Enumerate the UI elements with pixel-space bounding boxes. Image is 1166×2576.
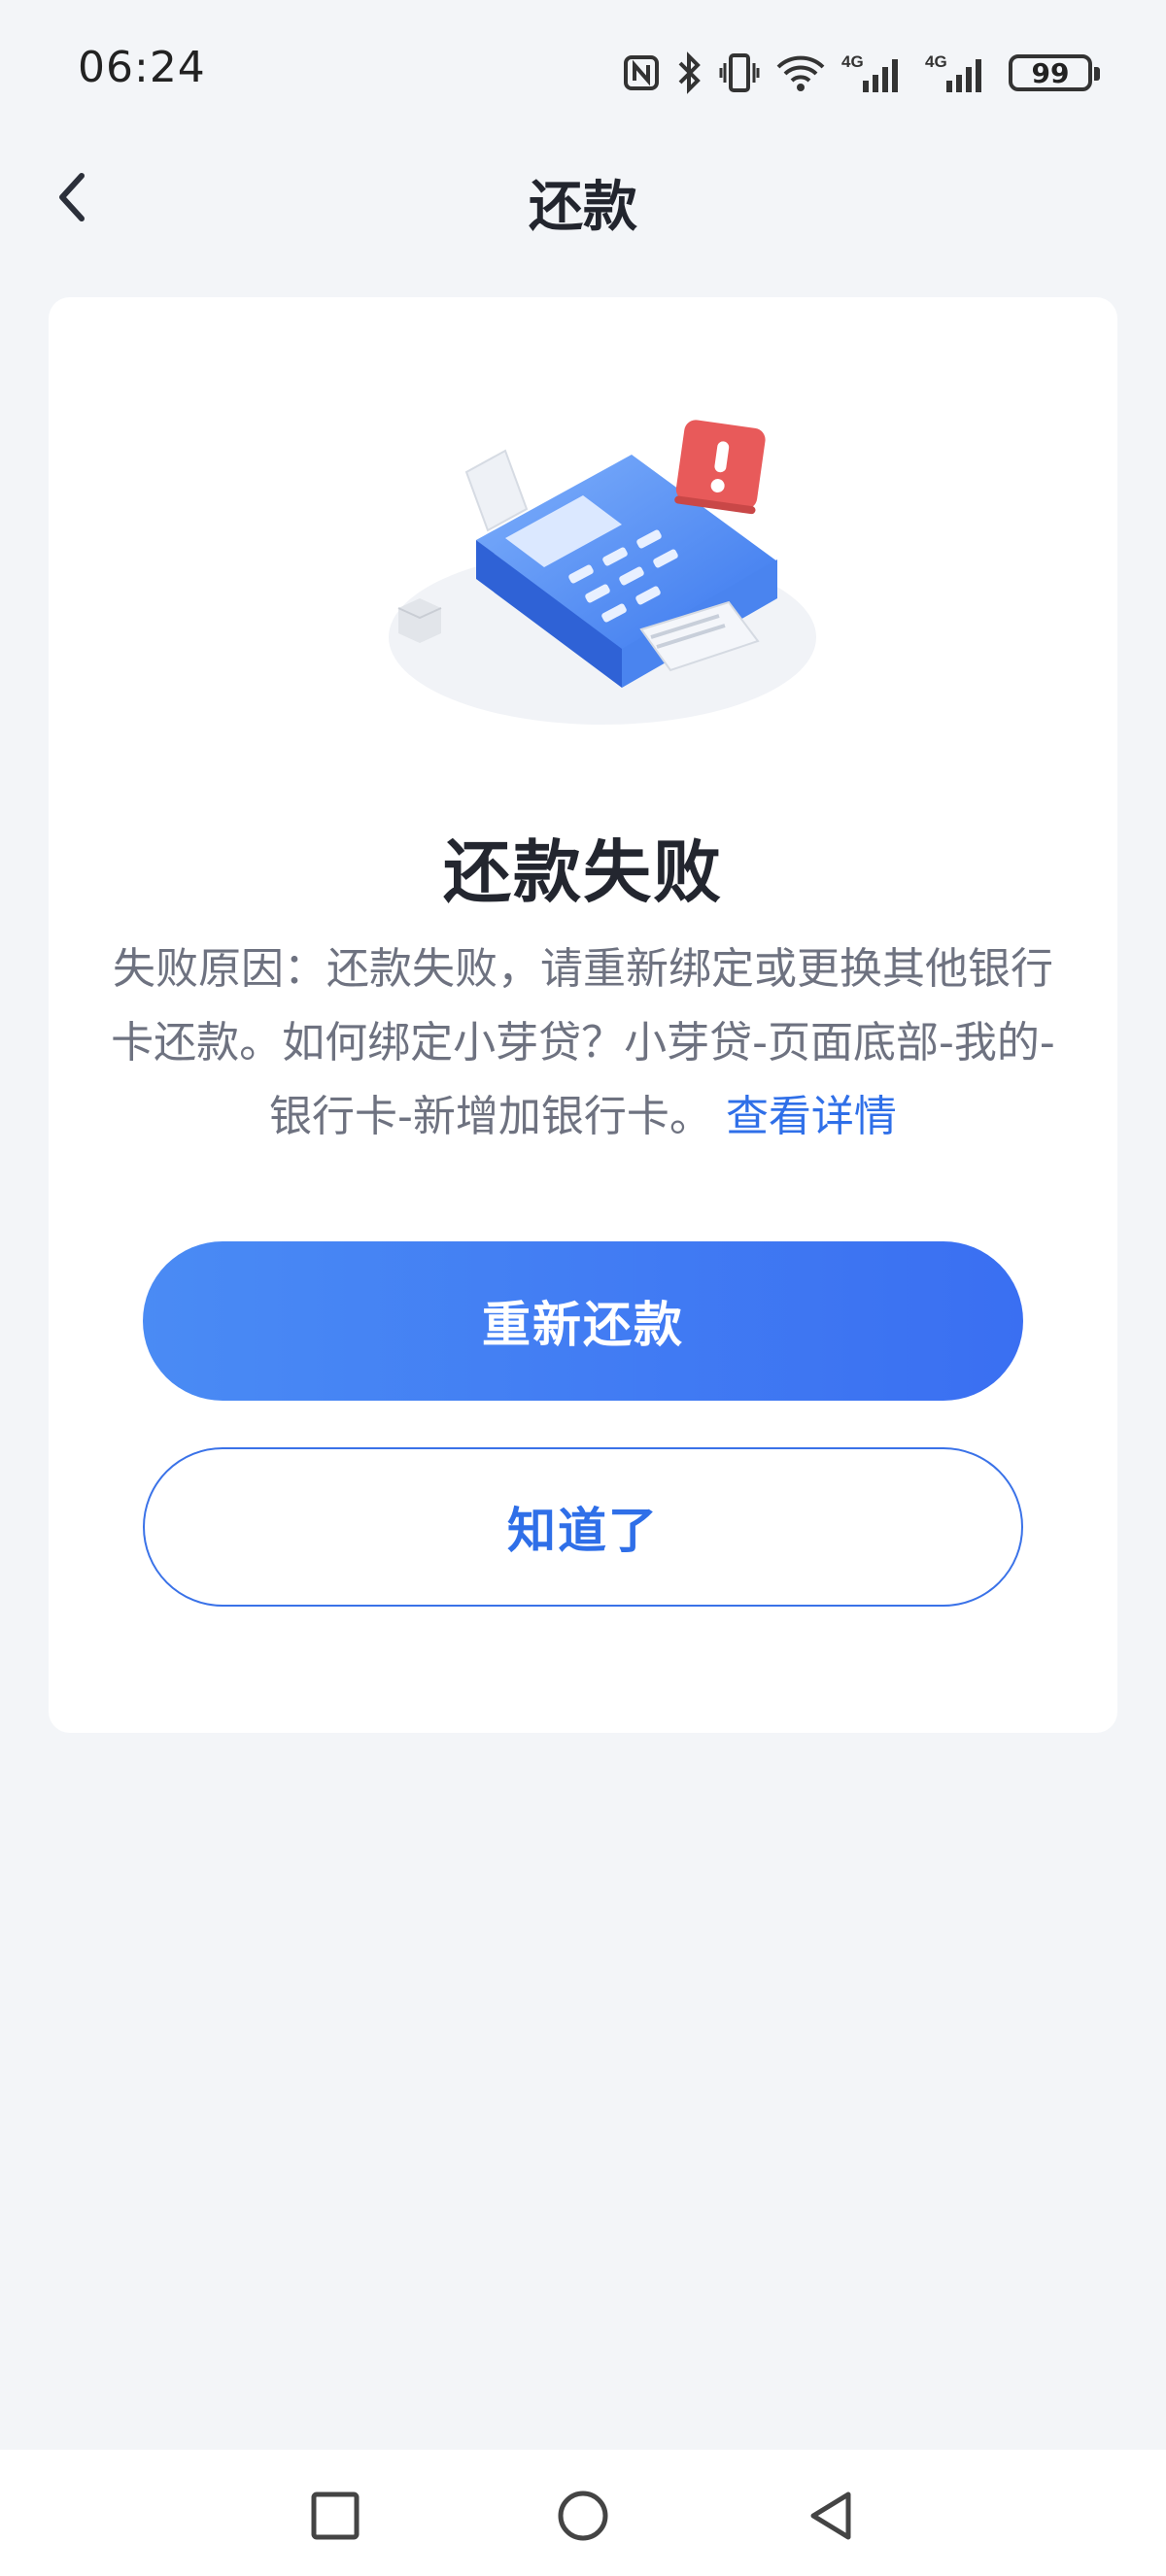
view-details-link[interactable]: 查看详情 xyxy=(726,1092,897,1141)
recent-apps-button[interactable] xyxy=(296,2477,374,2555)
svg-text:4G: 4G xyxy=(841,52,864,71)
page-title: 还款 xyxy=(529,176,637,239)
failure-reason-text: 失败原因：还款失败，请重新绑定或更换其他银行卡还款。如何绑定小芽贷？小芽贷-页面… xyxy=(111,944,1055,1141)
status-bar: 06:24 4G 4G 99 xyxy=(0,0,1166,146)
result-title: 还款失败 xyxy=(443,832,723,912)
signal-4g-icon: 4G xyxy=(841,51,909,94)
square-icon xyxy=(311,2491,360,2540)
nfc-icon xyxy=(622,53,661,92)
battery-level: 99 xyxy=(1031,56,1070,89)
status-icons: 4G 4G 99 xyxy=(622,47,1100,99)
system-nav-bar xyxy=(0,2450,1166,2576)
battery-icon: 99 xyxy=(1009,54,1100,91)
status-time: 06:24 xyxy=(78,43,206,92)
nav-header: 还款 xyxy=(0,146,1166,253)
failure-reason: 失败原因：还款失败，请重新绑定或更换其他银行卡还款。如何绑定小芽贷？小芽贷-页面… xyxy=(107,932,1059,1154)
got-it-button[interactable]: 知道了 xyxy=(143,1447,1023,1607)
circle-icon xyxy=(558,2491,608,2541)
home-button[interactable] xyxy=(544,2477,622,2555)
triangle-back-icon xyxy=(810,2491,851,2540)
wifi-icon xyxy=(775,53,826,92)
result-card: 还款失败 失败原因：还款失败，请重新绑定或更换其他银行卡还款。如何绑定小芽贷？小… xyxy=(49,297,1117,1733)
svg-text:4G: 4G xyxy=(925,52,947,71)
retry-repayment-button[interactable]: 重新还款 xyxy=(143,1241,1023,1401)
signal-4g-icon: 4G xyxy=(925,51,993,94)
bluetooth-icon xyxy=(676,51,703,94)
system-back-button[interactable] xyxy=(792,2477,870,2555)
payment-terminal-error-illustration xyxy=(389,420,816,725)
vibrate-icon xyxy=(719,51,760,94)
